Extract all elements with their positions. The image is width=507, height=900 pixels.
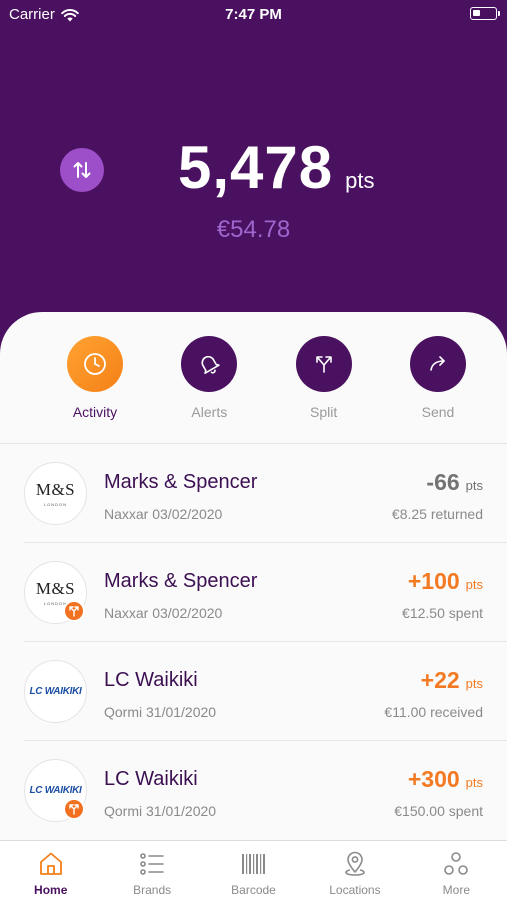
send-circle <box>409 336 466 392</box>
swap-button[interactable] <box>60 148 104 192</box>
points-unit: pts <box>345 168 375 193</box>
transaction-list: M&S LONDON Marks & Spencer Naxxar 03/02/… <box>0 444 507 840</box>
barcode-icon <box>241 854 265 874</box>
status-time: 7:47 PM <box>225 6 282 23</box>
merchant-name: LC Waikiki <box>104 768 198 790</box>
tab-more[interactable]: More <box>406 841 507 900</box>
points-amount: +100 <box>407 568 460 594</box>
split-badge-icon <box>63 798 85 820</box>
clock-icon <box>84 353 106 375</box>
merchant-name: LC Waikiki <box>104 669 198 691</box>
points-unit: pts <box>465 676 483 691</box>
activity-button[interactable]: Activity <box>64 336 126 443</box>
points-amount: +300 <box>407 766 460 792</box>
merchant-logo: LC WAIKIKI <box>24 660 87 723</box>
tab-more-label: More <box>442 883 470 897</box>
merchant-name: Marks & Spencer <box>104 471 258 493</box>
points-balance: 5,478 pts <box>178 133 375 202</box>
tab-brands-label: Brands <box>133 883 172 897</box>
content-sheet: Activity Alerts Split Send M&S LONDON Ma… <box>0 312 507 840</box>
transaction-row[interactable]: LC WAIKIKI LC Waikiki Qormi 31/01/2020 +… <box>24 642 507 741</box>
money-amount: €8.25 returned <box>391 506 483 522</box>
points-unit: pts <box>465 577 483 592</box>
activity-circle <box>67 336 123 392</box>
swap-arrows-icon <box>73 162 91 178</box>
logo-text: M&S <box>35 480 76 499</box>
activity-label: Activity <box>72 404 118 420</box>
location-pin-icon <box>345 851 365 876</box>
split-label: Split <box>310 404 338 420</box>
transaction-row[interactable]: LC WAIKIKI LC Waikiki Qormi 31/01/2020 +… <box>24 741 507 840</box>
alerts-label: Alerts <box>191 404 228 420</box>
send-label: Send <box>421 404 455 420</box>
tab-locations-label: Locations <box>329 883 381 897</box>
transaction-row[interactable]: M&S LONDON Marks & Spencer Naxxar 03/02/… <box>24 543 507 642</box>
more-dots-icon <box>444 852 469 875</box>
send-button[interactable]: Send <box>407 336 469 443</box>
battery-icon <box>470 7 500 20</box>
logo-text: LC WAIKIKI <box>29 785 82 796</box>
send-arrow-icon <box>430 356 445 371</box>
points-amount: +22 <box>420 667 460 693</box>
points-change: +22 pts <box>421 667 483 694</box>
alerts-button[interactable]: Alerts <box>178 336 240 443</box>
home-icon <box>39 852 62 875</box>
points-change: -66 pts <box>426 469 483 496</box>
points-amount: -66 <box>426 469 460 495</box>
money-amount: €150.00 spent <box>394 803 483 819</box>
transaction-meta: Qormi 31/01/2020 <box>104 704 217 720</box>
transaction-meta: Naxxar 03/02/2020 <box>104 506 223 522</box>
status-bar: Carrier 7:47 PM <box>0 0 507 30</box>
points-value: 5,478 <box>178 134 334 201</box>
split-icon <box>315 356 332 373</box>
transaction-meta: Qormi 31/01/2020 <box>104 803 217 819</box>
split-button[interactable]: Split <box>293 336 355 443</box>
tab-barcode[interactable]: Barcode <box>203 841 304 900</box>
euro-value: €54.78 <box>216 216 291 243</box>
points-change: +100 pts <box>408 568 483 595</box>
merchant-logo: M&S LONDON <box>24 462 87 525</box>
tab-locations[interactable]: Locations <box>304 841 405 900</box>
money-amount: €12.50 spent <box>402 605 483 621</box>
transaction-meta: Naxxar 03/02/2020 <box>104 605 223 621</box>
tab-home-label: Home <box>34 883 68 897</box>
points-unit: pts <box>465 478 483 493</box>
split-circle <box>295 336 352 392</box>
tab-barcode-label: Barcode <box>231 883 276 897</box>
logo-text: M&S <box>35 579 76 598</box>
logo-subtext: LONDON <box>43 502 68 507</box>
list-icon <box>140 853 164 875</box>
points-change: +300 pts <box>408 766 483 793</box>
action-row: Activity Alerts Split Send <box>0 312 507 444</box>
alerts-circle <box>181 336 238 392</box>
tab-bar: Home Brands Barcode Locations More <box>0 840 507 900</box>
balance-header: 5,478 pts €54.78 <box>0 30 507 320</box>
tab-home[interactable]: Home <box>0 841 101 900</box>
money-amount: €11.00 received <box>384 704 483 720</box>
transaction-row[interactable]: M&S LONDON Marks & Spencer Naxxar 03/02/… <box>24 444 507 543</box>
bell-icon <box>201 355 221 374</box>
tab-brands[interactable]: Brands <box>101 841 202 900</box>
merchant-name: Marks & Spencer <box>104 570 258 592</box>
split-badge-icon <box>63 600 85 622</box>
points-unit: pts <box>465 775 483 790</box>
logo-text: LC WAIKIKI <box>29 686 82 697</box>
